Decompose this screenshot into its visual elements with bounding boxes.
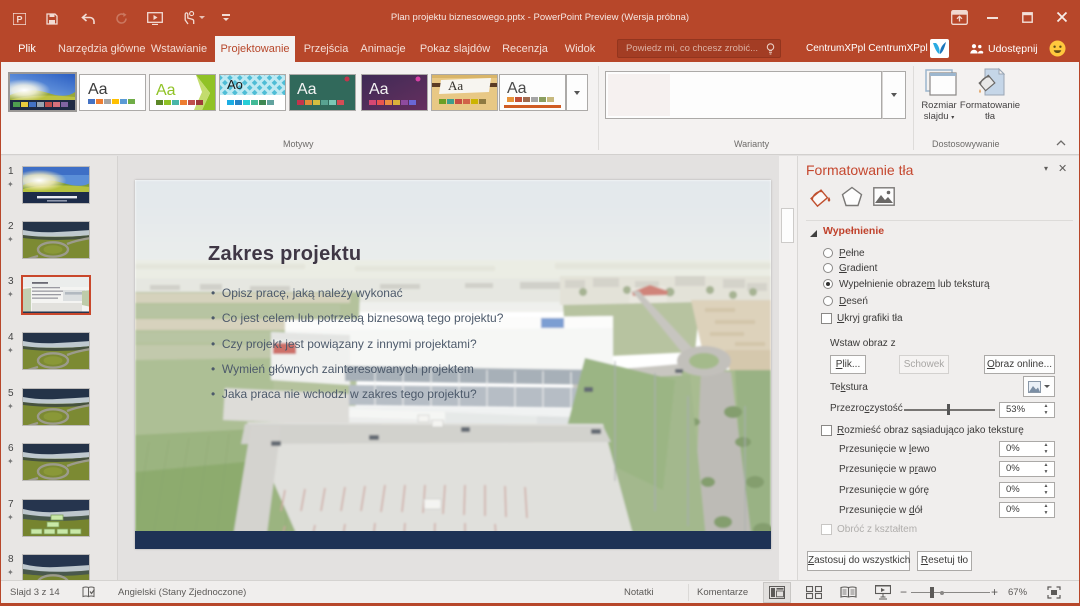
svg-text:Ao: Ao — [227, 77, 243, 92]
svg-text:Aa: Aa — [369, 81, 389, 98]
svg-text:Aa: Aa — [507, 80, 527, 97]
svg-text:Aa: Aa — [297, 81, 317, 98]
svg-text:Aa: Aa — [156, 82, 176, 99]
svg-text:Aa: Aa — [88, 81, 108, 98]
svg-text:Aa: Aa — [448, 78, 463, 93]
